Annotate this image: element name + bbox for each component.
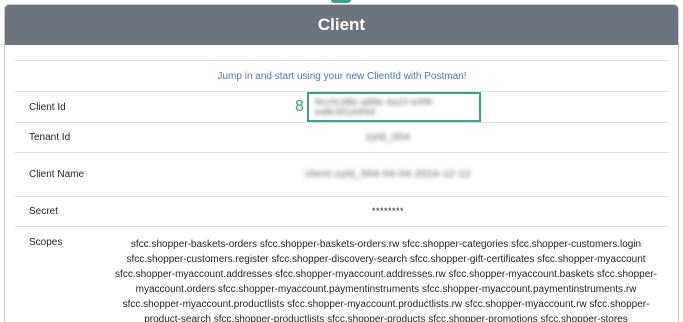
card-header: Client (5, 5, 678, 45)
postman-link[interactable]: Jump in and start using your new ClientI… (217, 71, 466, 82)
table-row-tenant-id: Tenant Id zyld_004 (15, 122, 669, 153)
step-number-badge: 8 (295, 98, 304, 115)
client-name-value: client-zyld_004-04-04-2024-12-12 (304, 169, 472, 180)
client-name-label: Client Name (15, 152, 107, 197)
postman-link-row: Jump in and start using your new ClientI… (15, 60, 669, 92)
secret-value: ******** (371, 206, 405, 216)
table-row-secret: Secret ******** (15, 196, 669, 227)
table-row-client-id: Client Id 8 9cc0c38e-a88e-4a10-b4f8-ed8c… (15, 91, 669, 123)
tenant-id-label: Tenant Id (15, 122, 107, 153)
tenant-id-cell: zyld_004 (107, 122, 669, 153)
table-row-client-name: Client Name client-zyld_004-04-04-2024-1… (15, 152, 669, 197)
client-details-table: Jump in and start using your new ClientI… (15, 60, 669, 322)
card-title: Client (317, 15, 366, 34)
scopes-value: sfcc.shopper-baskets-orders sfcc.shopper… (107, 226, 669, 322)
client-id-highlight[interactable]: 9cc0c38e-a88e-4a10-b4f8-ed8c5f1d3f44 (306, 92, 481, 122)
tenant-id-value: zyld_004 (365, 132, 411, 143)
secret-cell: ******** (107, 196, 669, 227)
client-id-value: 9cc0c38e-a88e-4a10-b4f8-ed8c5f1d3f44 (314, 97, 436, 117)
page: Client Jump in and start using your new … (0, 0, 683, 322)
client-id-cell: 8 9cc0c38e-a88e-4a10-b4f8-ed8c5f1d3f44 (107, 91, 669, 123)
scopes-label: Scopes (15, 226, 107, 322)
secret-label: Secret (15, 196, 107, 227)
client-name-cell: client-zyld_004-04-04-2024-12-12 (107, 152, 669, 197)
client-id-wrap: 8 9cc0c38e-a88e-4a10-b4f8-ed8c5f1d3f44 (295, 92, 481, 122)
table-row-scopes: Scopes sfcc.shopper-baskets-orders sfcc.… (15, 226, 669, 322)
step-connector (331, 0, 351, 3)
client-card: Client Jump in and start using your new … (4, 4, 679, 322)
client-id-label: Client Id (15, 91, 107, 123)
